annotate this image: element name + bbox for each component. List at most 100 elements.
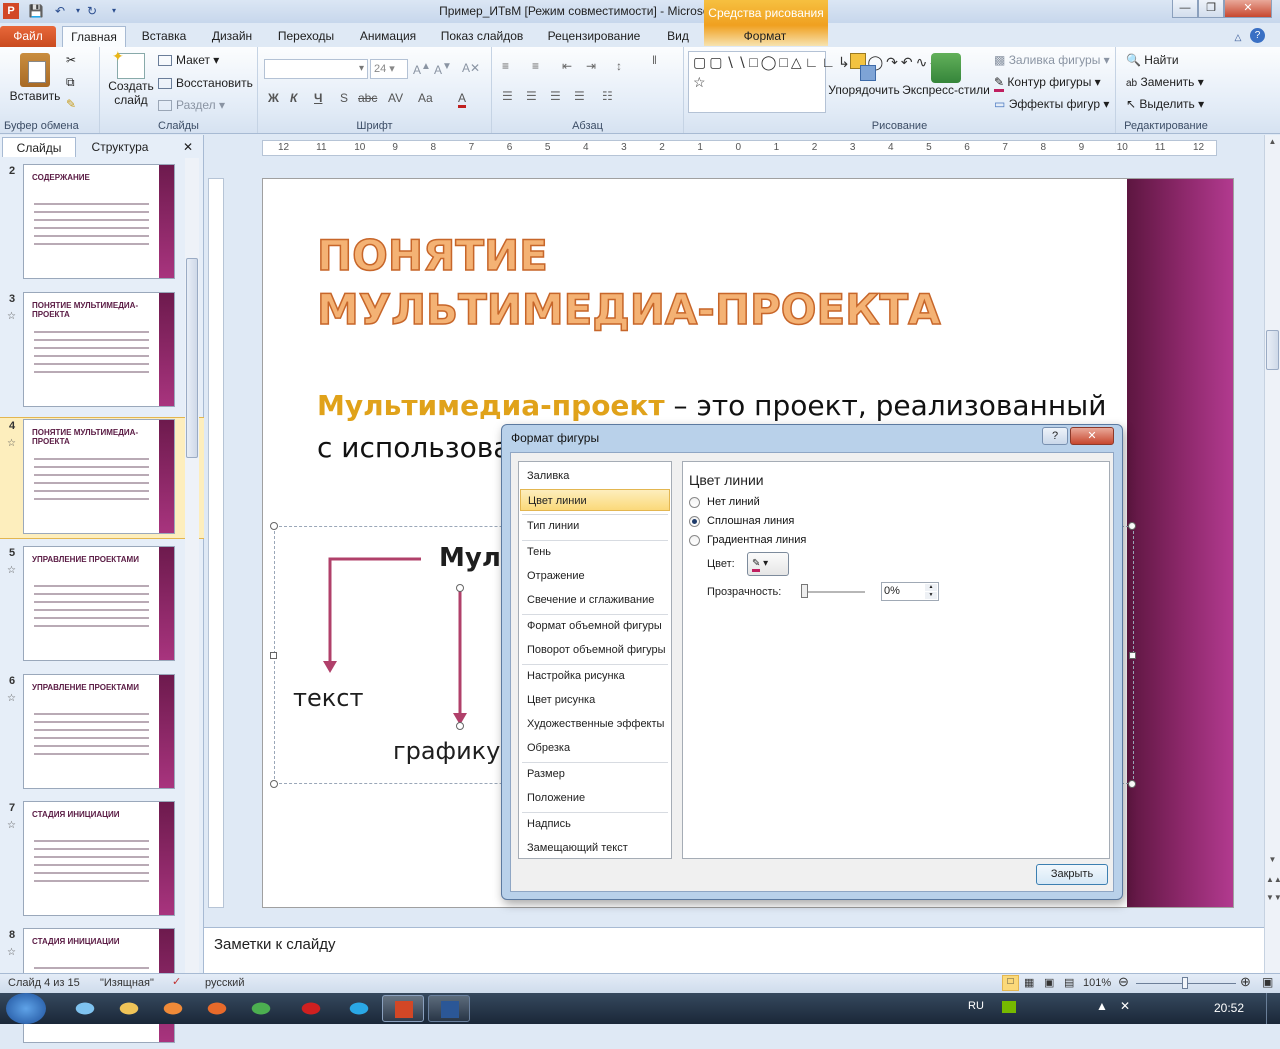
resize-handle-tr[interactable] <box>1128 522 1136 530</box>
scroll-down-icon[interactable]: ▼ <box>1266 855 1279 869</box>
category-item[interactable]: Тип линии <box>520 515 670 537</box>
tray-network-icon[interactable]: ▲ <box>1096 999 1108 1013</box>
taskbar-skype-icon[interactable] <box>338 995 380 1022</box>
align-right-icon[interactable]: ☰ <box>550 89 561 103</box>
status-zoom-level[interactable]: 101% <box>1083 977 1111 989</box>
taskbar-powerpoint-icon[interactable] <box>382 995 424 1022</box>
columns-icon[interactable]: ‖ <box>652 53 657 67</box>
fit-to-window-icon[interactable]: ▣ <box>1262 975 1273 989</box>
section-button[interactable]: Раздел ▾ <box>158 98 225 112</box>
taskbar-word-icon[interactable] <box>428 995 470 1022</box>
scroll-up-icon[interactable]: ▲ <box>1266 137 1279 151</box>
shrink-font-button[interactable]: A▼ <box>434 61 452 77</box>
radio-gradient-line[interactable] <box>689 535 700 546</box>
copy-icon[interactable]: ⧉ <box>66 75 75 90</box>
diagram-graphics-label[interactable]: графику <box>393 737 500 765</box>
status-theme[interactable]: "Изящная" <box>100 977 154 989</box>
zoom-slider-thumb[interactable] <box>1182 977 1188 989</box>
close-panel-icon[interactable]: ✕ <box>180 137 196 157</box>
notes-pane[interactable]: Заметки к слайду <box>204 927 1266 973</box>
taskbar-opera-icon[interactable] <box>290 995 332 1022</box>
scroll-thumb[interactable] <box>1266 330 1279 370</box>
shadow-button[interactable]: S <box>340 91 348 105</box>
start-button[interactable] <box>6 993 46 1024</box>
resize-handle-tl[interactable] <box>270 522 278 530</box>
resize-handle-bl[interactable] <box>270 780 278 788</box>
taskbar-chrome-icon[interactable] <box>240 995 282 1022</box>
category-item[interactable]: Положение <box>520 787 670 809</box>
bullets-icon[interactable]: ≡ <box>502 59 509 73</box>
category-item[interactable]: Цвет рисунка <box>520 689 670 711</box>
outdent-icon[interactable]: ⇥ <box>586 59 596 73</box>
category-item[interactable]: Формат объемной фигуры <box>520 615 670 637</box>
tab-review[interactable]: Рецензирование <box>538 26 650 47</box>
font-size-combo[interactable]: 24 ▾ <box>370 59 408 79</box>
quick-styles-button[interactable]: Экспресс-стили <box>902 53 990 97</box>
tray-nvidia-icon[interactable] <box>1002 1001 1016 1013</box>
slide-thumbnail[interactable]: 2 СОДЕРЖАНИЕ <box>0 163 204 285</box>
thumbnail-scroll-thumb[interactable] <box>186 258 198 458</box>
select-button[interactable]: ↖ Выделить ▾ <box>1126 97 1204 111</box>
tray-volume-icon[interactable]: ✕ <box>1120 999 1130 1013</box>
category-item[interactable]: Обрезка <box>520 737 670 759</box>
tab-slideshow[interactable]: Показ слайдов <box>434 26 530 47</box>
dialog-close-button[interactable]: ✕ <box>1070 427 1114 445</box>
underline-button[interactable]: Ч <box>314 91 322 105</box>
paste-button[interactable]: Вставить <box>8 53 62 103</box>
slide-thumbnail[interactable]: 6 ☆ УПРАВЛЕНИЕ ПРОЕКТАМИ <box>0 673 204 795</box>
tab-animation[interactable]: Анимация <box>350 26 426 47</box>
tab-format[interactable]: Формат <box>730 26 800 47</box>
taskbar-explorer-icon[interactable] <box>108 995 150 1022</box>
close-window-button[interactable]: ✕ <box>1224 0 1272 18</box>
category-item[interactable]: Надпись <box>520 813 670 835</box>
taskbar-ie-icon[interactable] <box>64 995 106 1022</box>
diagram-text-label[interactable]: текст <box>293 684 363 712</box>
category-item[interactable]: Заливка <box>520 465 670 487</box>
tab-slides[interactable]: Слайды <box>2 137 76 157</box>
category-item[interactable]: Цвет линии <box>520 489 670 511</box>
color-picker-button[interactable]: ✎ ▾ <box>747 552 789 576</box>
tab-view[interactable]: Вид <box>658 26 698 47</box>
columns-layout-icon[interactable]: ☷ <box>602 89 613 103</box>
slide-thumbnail[interactable]: 5 ☆ УПРАВЛЕНИЕ ПРОЕКТАМИ <box>0 545 204 667</box>
category-item[interactable]: Настройка рисунка <box>520 665 670 687</box>
category-item[interactable]: Размер <box>520 763 670 785</box>
transparency-slider-thumb[interactable] <box>801 584 808 598</box>
status-language[interactable]: русский <box>205 977 244 989</box>
line-handle-start[interactable] <box>456 584 464 592</box>
view-normal-icon[interactable]: □ <box>1002 975 1019 991</box>
slide-thumbnail[interactable]: 4 ☆ ПОНЯТИЕ МУЛЬТИМЕДИА-ПРОЕКТА <box>0 417 204 539</box>
layout-button[interactable]: Макет ▾ <box>158 53 219 67</box>
bold-button[interactable]: Ж <box>268 91 279 105</box>
resize-handle-br[interactable] <box>1128 780 1136 788</box>
shapes-gallery[interactable]: ▢▢∖∖□◯□△∟∟↳↰◯↷↶∿{}☆ <box>688 51 943 113</box>
cut-icon[interactable]: ✂ <box>66 53 76 67</box>
taskbar-firefox-icon[interactable] <box>196 995 238 1022</box>
slide-title[interactable]: ПОНЯТИЕ МУЛЬТИМЕДИА-ПРОЕКТА <box>316 229 957 337</box>
shape-effects-button[interactable]: ▭ Эффекты фигур ▾ <box>994 97 1109 111</box>
case-button[interactable]: Aa <box>418 91 433 105</box>
view-reading-icon[interactable]: ▣ <box>1044 976 1054 989</box>
line-spacing-icon[interactable]: ↕ <box>616 59 622 73</box>
help-icon[interactable]: ? <box>1250 28 1265 43</box>
align-left-icon[interactable]: ☰ <box>502 89 513 103</box>
reset-button[interactable]: Восстановить <box>158 76 253 90</box>
radio-no-line[interactable] <box>689 497 700 508</box>
align-center-icon[interactable]: ☰ <box>526 89 537 103</box>
tab-transitions[interactable]: Переходы <box>270 26 342 47</box>
taskbar-clock[interactable]: 20:52 <box>1214 1001 1244 1015</box>
vertical-scrollbar[interactable]: ▲ ▼ ▲▲ ▼▼ <box>1264 135 1280 973</box>
shape-fill-button[interactable]: ▩ Заливка фигуры ▾ <box>994 53 1110 67</box>
next-slide-icon[interactable]: ▼▼ <box>1266 893 1280 907</box>
shape-outline-button[interactable]: ✎ Контур фигуры ▾ <box>994 75 1101 92</box>
strikethrough-button[interactable]: abc <box>358 91 377 105</box>
zoom-out-icon[interactable]: ⊖ <box>1118 974 1129 990</box>
spin-down-icon[interactable]: ▼ <box>925 592 937 599</box>
clear-format-button[interactable]: A✕ <box>462 61 480 75</box>
collapse-ribbon-icon[interactable]: △ <box>1230 29 1246 45</box>
show-desktop-button[interactable] <box>1266 993 1280 1024</box>
dialog-close-action-button[interactable]: Закрыть <box>1036 864 1108 885</box>
spin-up-icon[interactable]: ▲ <box>925 584 937 591</box>
find-button[interactable]: 🔍 Найти <box>1126 53 1179 67</box>
undo-icon[interactable]: ↶ <box>52 3 68 19</box>
